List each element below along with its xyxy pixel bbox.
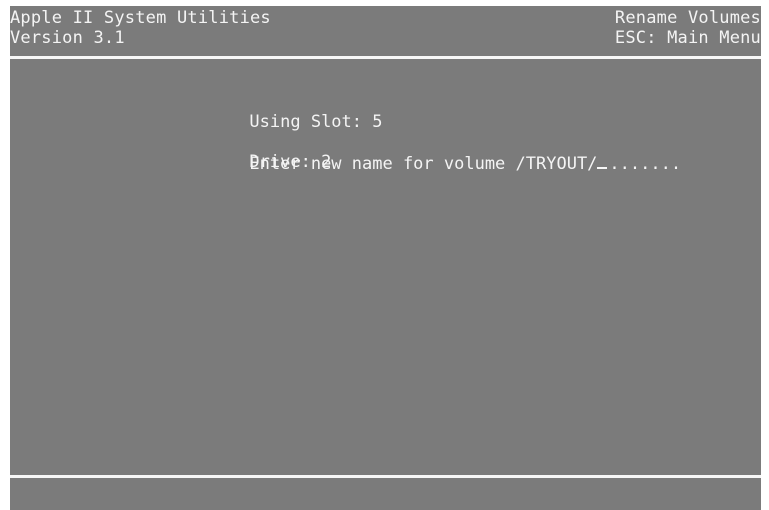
input-placeholder: ....... <box>609 154 682 174</box>
main-content: Using Slot: 5 Drive: 2 Enter new name fo… <box>10 61 761 475</box>
app-title: Apple II System Utilities <box>10 8 271 28</box>
text-cursor <box>597 167 608 169</box>
escape-hint[interactable]: ESC: Main Menu <box>615 28 761 48</box>
prompt-text: Enter new name for volume /TRYOUT/ <box>249 154 598 174</box>
slot-label: Using Slot: 5 <box>249 112 383 132</box>
screen-title: Rename Volumes <box>614 8 761 28</box>
footer-bar <box>10 478 761 510</box>
header-divider <box>10 56 761 59</box>
version-label: Version 3.1 <box>10 28 125 48</box>
volume-name-input[interactable]: ....... <box>597 154 681 174</box>
utility-screen: Apple II System Utilities Version 3.1 Re… <box>10 6 761 510</box>
header-bar: Apple II System Utilities Version 3.1 Re… <box>10 6 761 56</box>
rename-prompt: Enter new name for volume /TRYOUT/......… <box>188 134 681 194</box>
